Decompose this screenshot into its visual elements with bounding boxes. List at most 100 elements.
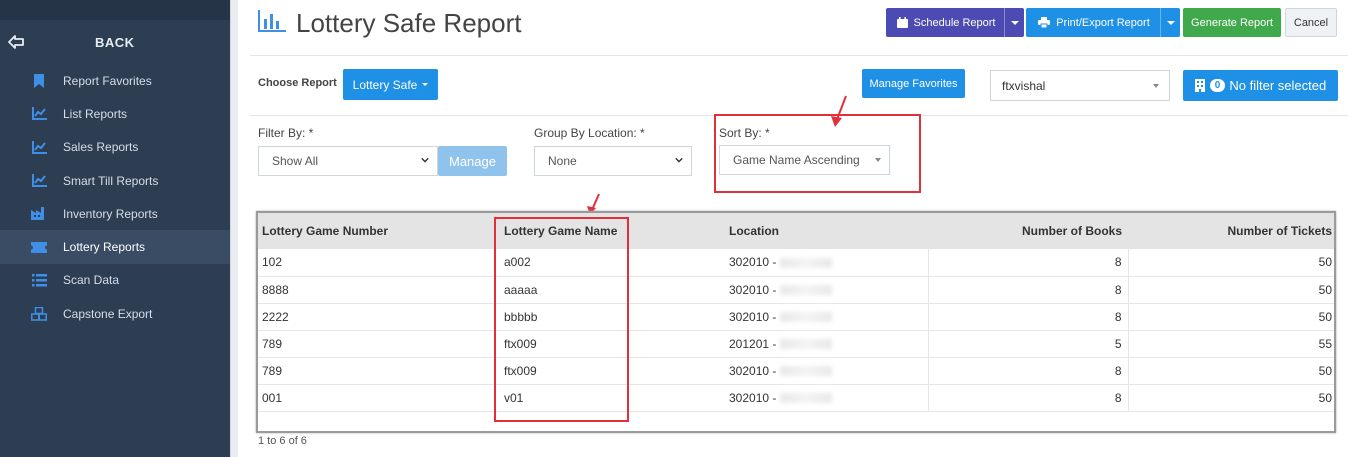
location-code: 302010 - (729, 390, 777, 405)
back-arrow-icon (8, 34, 24, 50)
list-icon (31, 272, 47, 288)
table-row[interactable]: 001 v01 302010 - 8 50 (258, 384, 1334, 412)
cell-books: 8 (927, 357, 1128, 385)
cancel-button[interactable]: Cancel (1285, 8, 1337, 37)
table-row[interactable]: 789 ftx009 302010 - 8 50 (258, 357, 1334, 385)
caret-down-icon (422, 83, 429, 86)
column-header[interactable]: Lottery Game Number (258, 213, 500, 249)
chevron-down-icon (421, 157, 429, 163)
sort-by-highlight (714, 114, 921, 193)
cell-tickets: 50 (1127, 303, 1334, 331)
sidebar-item-report-favorites[interactable]: Report Favorites (0, 64, 230, 97)
cell-location: 302010 - (725, 384, 928, 412)
schedule-report-label: Schedule Report (913, 16, 996, 29)
arrow-annotation-icon (831, 95, 847, 127)
bar-chart-icon (258, 10, 286, 35)
location-code: 201201 - (729, 336, 777, 351)
cell-location: 302010 - (725, 249, 928, 277)
cell-location: 302010 - (725, 303, 928, 331)
filter-status-label: No filter selected (1229, 78, 1327, 93)
cell-game-number: 2222 (258, 303, 500, 331)
cell-tickets: 50 (1127, 249, 1334, 277)
bookmark-icon (31, 73, 47, 89)
cell-game-number: 789 (258, 357, 500, 385)
line-chart-icon (31, 106, 47, 122)
sidebar-item-sales-reports[interactable]: Sales Reports (0, 131, 230, 164)
table-row[interactable]: 2222 bbbbb 302010 - 8 50 (258, 303, 1334, 331)
redacted-location (780, 393, 833, 404)
sidebar-divider (230, 0, 238, 457)
header-divider (250, 55, 1348, 56)
schedule-dropdown-toggle[interactable] (1004, 8, 1024, 37)
redacted-location (780, 312, 833, 323)
sidebar-item-label: Smart Till Reports (63, 173, 159, 188)
cell-books: 8 (927, 384, 1128, 412)
cell-books: 5 (927, 330, 1128, 358)
redacted-location (780, 258, 833, 269)
caret-down-icon (1153, 84, 1159, 88)
cell-books: 8 (927, 276, 1128, 304)
choose-report-dropdown[interactable]: Lottery Safe (343, 69, 438, 100)
manage-filter-button[interactable]: Manage (438, 146, 507, 176)
location-code: 302010 - (729, 363, 777, 378)
table-row[interactable]: 789 ftx009 201201 - 5 55 (258, 330, 1334, 358)
printer-icon (1038, 17, 1051, 28)
sidebar-top-strip (0, 0, 230, 20)
sidebar-item-label: Lottery Reports (63, 240, 146, 255)
sidebar-item-inventory-reports[interactable]: Inventory Reports (0, 197, 230, 230)
group-by-value: None (548, 154, 577, 168)
cell-game-number: 102 (258, 249, 500, 277)
user-select[interactable]: ftxvishal (990, 70, 1170, 101)
cell-location: 302010 - (725, 357, 928, 385)
cell-location: 302010 - (725, 276, 928, 304)
ticket-icon (31, 239, 47, 255)
generate-report-button[interactable]: Generate Report (1183, 8, 1281, 37)
user-select-value: ftxvishal (1002, 78, 1046, 93)
filter-status-button[interactable]: 0 No filter selected (1183, 70, 1338, 101)
table-row[interactable]: 102 a002 302010 - 8 50 (258, 249, 1334, 277)
sidebar: BACK Report Favorites List Reports Sales… (0, 0, 230, 457)
sidebar-item-label: Report Favorites (63, 73, 152, 88)
column-header[interactable]: Location (725, 213, 928, 249)
report-table: Lottery Game Number Lottery Game Name Lo… (258, 213, 1334, 412)
sidebar-item-label: List Reports (63, 106, 128, 121)
sidebar-item-lottery-reports[interactable]: Lottery Reports (0, 230, 230, 264)
cell-books: 8 (927, 249, 1128, 277)
choose-report-value: Lottery Safe (352, 77, 418, 92)
group-by-label: Group By Location: * (534, 126, 645, 140)
print-export-button[interactable]: Print/Export Report (1026, 8, 1180, 37)
sidebar-item-label: Inventory Reports (63, 206, 158, 221)
schedule-report-button[interactable]: Schedule Report (886, 8, 1024, 37)
calendar-icon (896, 17, 908, 28)
boxes-icon (31, 306, 47, 322)
redacted-location (780, 366, 833, 377)
sidebar-item-label: Capstone Export (63, 306, 153, 321)
building-icon (1194, 79, 1205, 92)
manage-favorites-button[interactable]: Manage Favorites (862, 69, 965, 98)
table-row[interactable]: 8888 aaaaa 302010 - 8 50 (258, 276, 1334, 304)
back-label: BACK (95, 35, 135, 50)
sidebar-item-list-reports[interactable]: List Reports (0, 97, 230, 130)
sidebar-item-smart-till-reports[interactable]: Smart Till Reports (0, 164, 230, 197)
location-code: 302010 - (729, 309, 777, 324)
line-chart-icon (31, 173, 47, 189)
sidebar-item-capstone-export[interactable]: Capstone Export (0, 297, 230, 330)
sidebar-item-label: Scan Data (63, 273, 120, 288)
sidebar-item-scan-data[interactable]: Scan Data (0, 264, 230, 297)
report-grid: Lottery Game Number Lottery Game Name Lo… (256, 211, 1336, 433)
print-export-label: Print/Export Report (1056, 16, 1150, 29)
print-dropdown-toggle[interactable] (1160, 8, 1180, 37)
column-header[interactable]: Number of Tickets (1128, 213, 1334, 249)
sidebar-item-label: Sales Reports (63, 140, 139, 155)
back-button[interactable]: BACK (0, 22, 230, 64)
column-header[interactable]: Number of Books (928, 213, 1128, 249)
filter-by-select[interactable]: Show All (258, 146, 438, 176)
line-chart-icon (31, 139, 47, 155)
redacted-location (780, 285, 833, 296)
group-by-select[interactable]: None (534, 146, 692, 176)
filter-by-value: Show All (272, 154, 319, 168)
location-code: 302010 - (729, 255, 777, 270)
pagination-summary: 1 to 6 of 6 (258, 435, 307, 447)
cell-books: 8 (927, 303, 1128, 331)
game-name-column-highlight (494, 217, 629, 422)
